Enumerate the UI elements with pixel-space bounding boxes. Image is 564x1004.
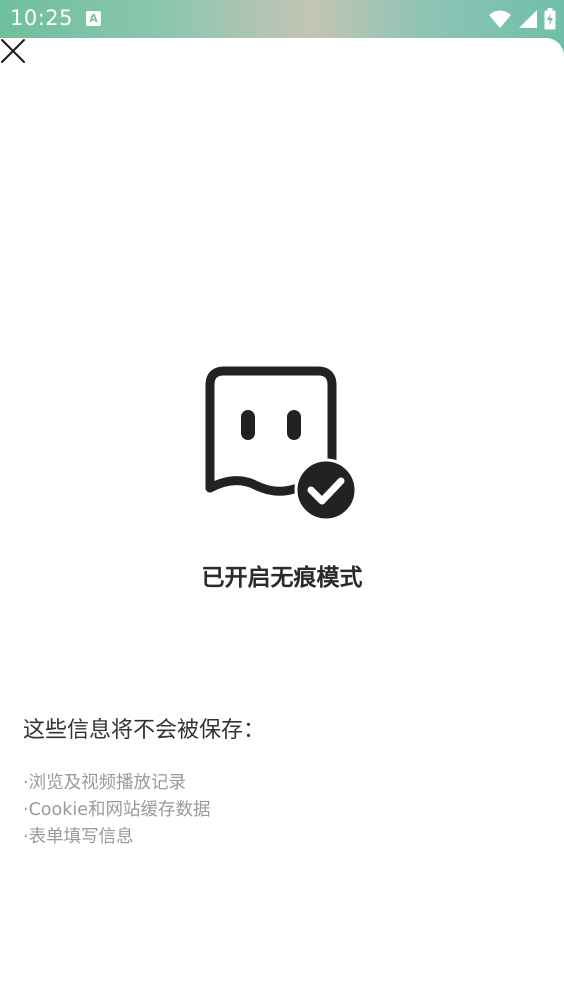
status-icons — [488, 8, 556, 30]
info-heading: 这些信息将不会被保存： — [23, 718, 266, 743]
list-item: ·表单填写信息 — [23, 827, 134, 847]
wifi-icon — [489, 10, 511, 28]
info-list: ·浏览及视频播放记录 ·Cookie和网站缓存数据 ·表单填写信息 — [23, 770, 210, 851]
list-item: ·Cookie和网站缓存数据 — [23, 800, 211, 820]
incognito-title: 已开启无痕模式 — [201, 565, 363, 591]
notification-app-icon: A — [86, 11, 101, 26]
battery-charging-icon — [544, 8, 556, 30]
close-icon — [1, 39, 25, 63]
close-button[interactable] — [0, 38, 26, 64]
signal-icon — [519, 10, 537, 28]
incognito-ghost-check-icon — [205, 366, 358, 522]
incognito-sheet: 已开启无痕模式 这些信息将不会被保存： ·浏览及视频播放记录 ·Cookie和网… — [0, 38, 564, 1004]
status-bar: 10:25 A — [0, 0, 564, 38]
status-time: 10:25 — [10, 6, 74, 30]
list-item: ·浏览及视频播放记录 — [23, 773, 187, 793]
